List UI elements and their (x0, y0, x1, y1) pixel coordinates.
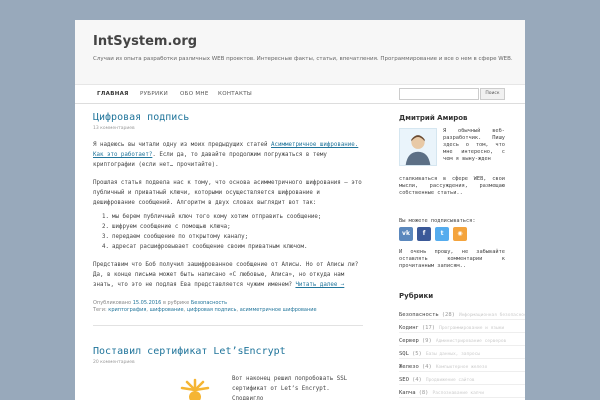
list-item: 2. шифруем сообщение с помощью ключа; (102, 224, 231, 230)
post-date-link[interactable]: 15.05.2016 (133, 300, 162, 306)
rubric-item[interactable]: Сервер (9) Администрирование серверов (399, 336, 525, 346)
post-separator (93, 325, 363, 326)
rubric-item[interactable]: Безопасность (28) Информационная безопасно… (399, 310, 525, 320)
about-text-continued: сталкиваться в сфере WEB, свои мысли, ра… (399, 176, 505, 196)
rubric-excerpt: Информационная безопасность (459, 313, 525, 318)
published-label: Опубликовано (93, 300, 132, 306)
post-paragraph: Прошлая статья подвела нас к тому, что о… (93, 180, 362, 206)
rubric-count: (28) (441, 312, 455, 318)
about-text: Я обычный веб-разработчик. Пишу здесь о … (443, 128, 505, 162)
sidebar: Дмитрий Амиров Я обычный веб-разработчик… (399, 114, 525, 398)
rubric-name[interactable]: Железо (399, 364, 419, 370)
rss-icon[interactable]: ◉ (453, 227, 467, 241)
read-more-link[interactable]: Читать далее → (295, 282, 344, 288)
rubric-name[interactable]: Капча (399, 390, 416, 396)
twitter-icon[interactable]: t (435, 227, 449, 241)
rubric-name[interactable]: SQL (399, 351, 409, 357)
rubric-count: (4) (421, 364, 432, 370)
post-ordered-list: 1. мы берем публичный ключ того кому хоти… (102, 212, 357, 252)
post-footer: Опубликовано 15.05.2016 в рубрике Безопа… (93, 300, 317, 313)
subscribe-label: Вы можете подписываться: (399, 218, 476, 224)
post-excerpt: Вот наконец решил попробовать SSL сертиф… (232, 376, 348, 400)
rubric-count: (8) (418, 390, 429, 396)
post-rubric-link[interactable]: Безопасность (191, 300, 227, 306)
rubric-name[interactable]: Кодинг (399, 325, 419, 331)
rubric-excerpt: Администрирование серверов (435, 339, 507, 344)
rubric-item[interactable]: SEO (4) Продвижение сайтов (399, 375, 525, 385)
tag-link[interactable]: шифрование (150, 307, 184, 313)
rubric-excerpt: Продвижение сайтов (425, 378, 475, 383)
page: IntSystem.org Случаи из опыта разработки… (75, 20, 525, 400)
author-avatar (399, 128, 437, 166)
rubric-excerpt: Компьютерное железо (435, 365, 488, 370)
nav-item-home[interactable]: ГЛАВНАЯ (97, 91, 129, 97)
list-item: 1. мы берем публичный ключ того кому хоти… (102, 214, 322, 220)
rubric-name[interactable]: Сервер (399, 338, 419, 344)
sun-image (180, 378, 210, 400)
rubric-name[interactable]: Безопасность (399, 312, 439, 318)
rubric-item[interactable]: SQL (5) Базы данных, запросы (399, 349, 525, 359)
post-text-part: Я надеюсь вы читали одну из моих предыду… (93, 142, 268, 148)
in-rubric-label: в рубрике (162, 300, 190, 306)
rubric-count: (17) (421, 325, 436, 331)
rubric-excerpt: Распознавание капчи (432, 391, 484, 396)
list-item: 3. передаем сообщение по открытому каналу… (102, 234, 249, 240)
nav-item-rubrics[interactable]: РУБРИКИ (140, 91, 168, 97)
list-item: 4. адресат расшифровывает сообщение своим… (102, 244, 308, 250)
rubrics-title: Рубрики (399, 292, 434, 300)
nav-item-contacts[interactable]: КОНТАКТЫ (218, 91, 252, 97)
rubric-excerpt: Программирование и языки (439, 326, 505, 331)
site-title[interactable]: IntSystem.org (93, 34, 197, 49)
rubric-item[interactable]: Капча (8) Распознавание капчи (399, 388, 525, 398)
rubric-count: (4) (411, 377, 422, 383)
nav-item-about[interactable]: ОБО МНЕ (180, 91, 209, 97)
post-comments-count[interactable]: 20 комментариев (93, 360, 135, 365)
rubric-excerpt: Базы данных, запросы (425, 352, 481, 357)
search-button[interactable]: Поиск (480, 88, 505, 100)
facebook-icon[interactable]: f (417, 227, 431, 241)
rubric-name[interactable]: SEO (399, 377, 409, 383)
tag-link[interactable]: цифровая подпись (187, 307, 237, 313)
search-input[interactable] (399, 88, 479, 100)
tag-link[interactable]: криптография (108, 307, 146, 313)
tag-link[interactable]: асимметричное шифрование (240, 307, 317, 313)
rubric-item[interactable]: Железо (4) Компьютерное железо (399, 362, 525, 372)
post-title[interactable]: Цифровая подпись (93, 112, 189, 123)
post-paragraph: Я надеюсь вы читали одну из моих предыду… (93, 140, 365, 170)
author-name: Дмитрий Амиров (399, 114, 468, 122)
comment-note: И очень прошу, не забывайте оставлять ко… (399, 249, 505, 269)
rubric-count: (5) (411, 351, 422, 357)
post-title[interactable]: Поставил сертификат Let’sEncrypt (93, 346, 286, 357)
post-paragraph: Представим что Боб получил зашифрованное… (93, 260, 365, 290)
vk-icon[interactable]: vk (399, 227, 413, 241)
rubric-item[interactable]: Кодинг (17) Программирование и языки (399, 323, 525, 333)
tags-label: Теги: (93, 307, 107, 313)
site-header: IntSystem.org Случаи из опыта разработки… (75, 20, 525, 85)
rubric-count: (9) (421, 338, 432, 344)
site-description: Случаи из опыта разработки различных WEB… (93, 56, 513, 62)
post-comments-count[interactable]: 13 комментариев (93, 126, 135, 131)
